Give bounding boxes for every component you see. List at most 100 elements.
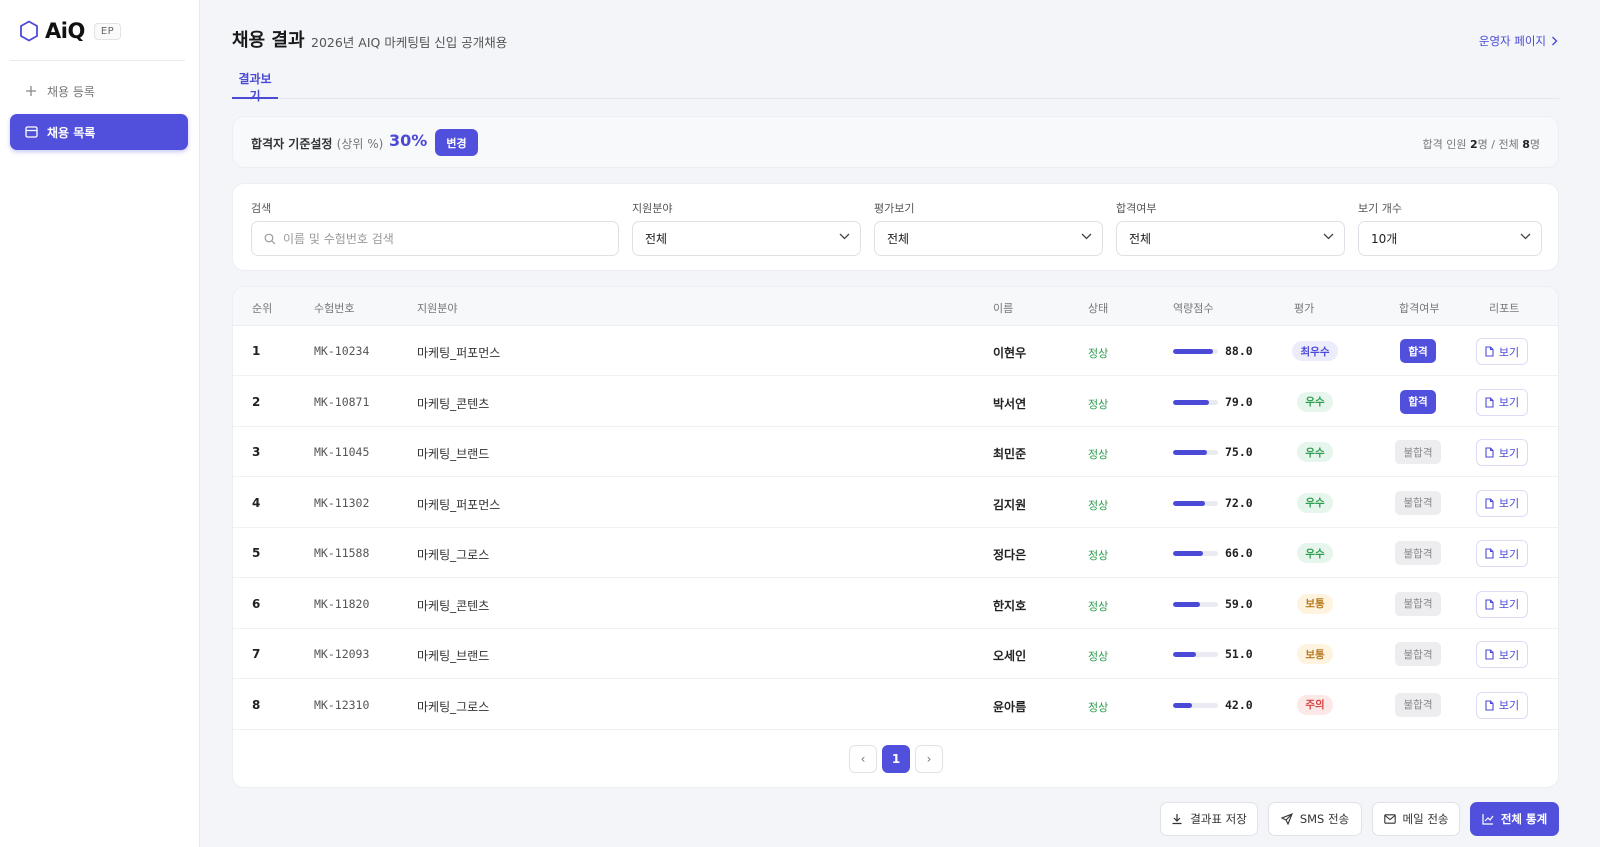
logo-badge: EP xyxy=(93,22,122,40)
header-field: 지원분야 xyxy=(417,302,458,315)
status-cell: 정상 xyxy=(1088,650,1109,663)
full-stats-button[interactable]: 전체 통계 xyxy=(1470,802,1559,836)
document-icon xyxy=(1485,649,1494,660)
score-bar xyxy=(1173,450,1218,455)
hexagon-logo-icon xyxy=(18,20,40,42)
document-icon xyxy=(1485,346,1494,357)
rank-cell: 1 xyxy=(252,344,261,358)
field-select[interactable]: 전체 xyxy=(632,221,861,256)
field-cell: 마케팅_그로스 xyxy=(417,548,490,562)
table-row[interactable]: 1 MK-10234 마케팅_퍼포먼스 이현우 정상 88.0 최우수 합격 보기 xyxy=(233,326,1558,376)
page-1-button[interactable]: 1 xyxy=(882,745,910,773)
view-report-button[interactable]: 보기 xyxy=(1476,691,1528,719)
prev-page-button[interactable]: ‹ xyxy=(849,745,877,773)
field-cell: 마케팅_콘텐츠 xyxy=(417,598,490,613)
logo[interactable]: AiQ EP xyxy=(18,18,122,44)
sidebar-item-list[interactable]: 채용 목록 xyxy=(10,114,188,150)
tab-bar: 결과보기 xyxy=(232,70,1559,103)
name-cell: 한지호 xyxy=(993,598,1027,613)
rank-cell: 4 xyxy=(252,495,261,510)
view-report-label: 보기 xyxy=(1498,497,1520,510)
view-report-button[interactable]: 보기 xyxy=(1476,641,1528,668)
score-bar xyxy=(1173,601,1218,607)
score-bar-fill xyxy=(1173,450,1207,455)
rank-cell: 6 xyxy=(252,596,261,611)
chevron-down-icon xyxy=(1081,233,1092,240)
scrollbar[interactable] xyxy=(1590,0,1600,847)
summary-prefix: 합격 인원 xyxy=(1422,138,1467,151)
document-icon xyxy=(1485,598,1494,610)
status-cell: 정상 xyxy=(1088,700,1109,714)
view-report-button[interactable]: 보기 xyxy=(1476,439,1528,466)
field-cell: 마케팅_퍼포먼스 xyxy=(417,346,501,360)
grade-badge: 최우수 xyxy=(1292,341,1338,361)
criteria-value: 30% xyxy=(389,131,428,150)
view-report-button[interactable]: 보기 xyxy=(1476,388,1528,416)
pass-filter-label: 합격여부 xyxy=(1116,202,1157,215)
field-select-value: 전체 xyxy=(645,232,668,246)
sidebar-item-register[interactable]: 채용 등록 xyxy=(10,73,188,109)
name-cell: 정다은 xyxy=(993,548,1027,562)
summary-mid: 명 / 전체 xyxy=(1477,138,1519,151)
score-bar xyxy=(1173,652,1218,657)
pass-select[interactable]: 전체 xyxy=(1116,221,1345,256)
chevron-down-icon xyxy=(1520,233,1531,240)
table-row[interactable]: 4 MK-11302 마케팅_퍼포먼스 김지원 정상 72.0 우수 불합격 보기 xyxy=(233,478,1558,528)
filter-panel: 검색 이름 및 수험번호 검색 지원분야 전체 평가보기 전체 합격여부 전체 … xyxy=(232,183,1559,271)
search-label: 검색 xyxy=(251,202,272,215)
total-count: 8 xyxy=(1522,138,1530,151)
score-bar-fill xyxy=(1173,601,1200,607)
score-bar xyxy=(1173,551,1218,556)
field-cell: 마케팅_브랜드 xyxy=(417,649,490,663)
table-row[interactable]: 8 MK-12310 마케팅_그로스 윤아름 정상 42.0 주의 불합격 보기 xyxy=(233,680,1558,730)
score-cell: 59.0 xyxy=(1225,596,1253,611)
view-report-button[interactable]: 보기 xyxy=(1476,489,1528,517)
admin-link-label: 운영자 페이지 xyxy=(1478,34,1546,48)
score-cell: 79.0 xyxy=(1225,394,1253,409)
pass-criteria-panel: 합격자 기준설정 (상위 %) 30% 변경 합격 인원 2명 / 전체 8명 xyxy=(232,116,1559,168)
header-id: 수험번호 xyxy=(314,302,355,315)
field-cell: 마케팅_퍼포먼스 xyxy=(417,497,501,512)
admin-page-link[interactable]: 운영자 페이지 xyxy=(1479,33,1558,49)
header-score: 역량점수 xyxy=(1173,302,1214,315)
table-row[interactable]: 2 MK-10871 마케팅_콘텐츠 박서연 정상 79.0 우수 합격 보기 xyxy=(233,377,1558,427)
score-cell: 72.0 xyxy=(1225,495,1253,510)
eval-select-value: 전체 xyxy=(887,232,910,246)
name-cell: 최민준 xyxy=(993,447,1027,461)
view-report-label: 보기 xyxy=(1498,648,1520,662)
view-report-button[interactable]: 보기 xyxy=(1476,590,1528,618)
header-pass: 합격여부 xyxy=(1399,302,1440,315)
exam-id-cell: MK-12310 xyxy=(314,697,370,712)
view-report-button[interactable]: 보기 xyxy=(1476,540,1528,567)
table-row[interactable]: 5 MK-11588 마케팅_그로스 정다은 정상 66.0 우수 불합격 보기 xyxy=(233,528,1558,578)
pass-count: 2 xyxy=(1470,138,1478,151)
page-size-select[interactable]: 10개 xyxy=(1358,221,1542,256)
table-row[interactable]: 7 MK-12093 마케팅_브랜드 오세인 정상 51.0 보통 불합격 보기 xyxy=(233,629,1558,679)
next-page-button[interactable]: › xyxy=(915,745,943,773)
view-report-label: 보기 xyxy=(1498,446,1520,460)
name-cell: 윤아름 xyxy=(993,699,1027,714)
change-criteria-button[interactable]: 변경 xyxy=(435,129,478,156)
exam-id-cell: MK-11588 xyxy=(314,546,370,560)
grade-badge: 우수 xyxy=(1297,492,1333,513)
view-report-button[interactable]: 보기 xyxy=(1476,338,1528,365)
grade-badge: 우수 xyxy=(1297,442,1333,462)
grade-badge: 보통 xyxy=(1297,593,1333,614)
exam-id-cell: MK-11820 xyxy=(314,596,370,611)
download-icon xyxy=(1171,813,1183,825)
eval-filter-label: 평가보기 xyxy=(874,202,915,215)
table-row[interactable]: 3 MK-11045 마케팅_브랜드 최민준 정상 75.0 우수 불합격 보기 xyxy=(233,427,1558,477)
eval-select[interactable]: 전체 xyxy=(874,221,1103,256)
tab-results[interactable]: 결과보기 xyxy=(232,70,278,103)
pass-status-badge: 불합격 xyxy=(1395,591,1441,616)
header-status: 상태 xyxy=(1088,302,1109,315)
mail-send-label: 메일 전송 xyxy=(1402,812,1449,826)
status-cell: 정상 xyxy=(1088,397,1109,411)
mail-send-button[interactable]: 메일 전송 xyxy=(1372,802,1460,836)
sms-send-button[interactable]: SMS 전송 xyxy=(1268,802,1362,836)
search-input[interactable]: 이름 및 수험번호 검색 xyxy=(251,221,619,256)
table-row[interactable]: 6 MK-11820 마케팅_콘텐츠 한지호 정상 59.0 보통 불합격 보기 xyxy=(233,579,1558,629)
save-results-button[interactable]: 결과표 저장 xyxy=(1160,802,1258,836)
header-report: 리포트 xyxy=(1489,302,1520,315)
count-filter-label: 보기 개수 xyxy=(1358,202,1402,215)
